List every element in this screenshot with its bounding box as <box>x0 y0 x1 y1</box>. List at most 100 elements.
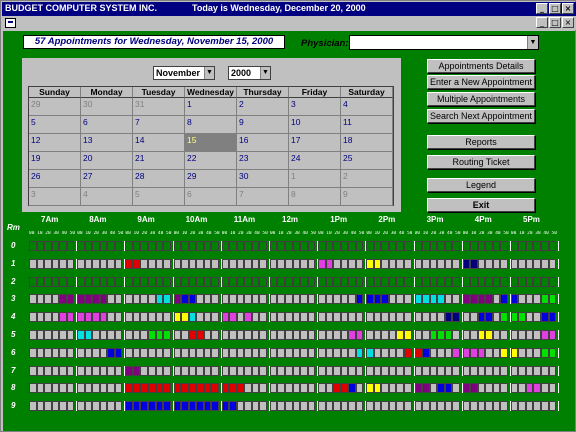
time-slot[interactable] <box>477 383 486 394</box>
time-slot[interactable] <box>533 347 541 358</box>
time-slot[interactable] <box>221 365 230 376</box>
time-slot[interactable] <box>444 347 453 358</box>
time-slot[interactable] <box>285 329 293 340</box>
time-slot[interactable] <box>229 258 237 269</box>
time-slot[interactable] <box>533 241 541 251</box>
time-slot[interactable] <box>84 365 93 376</box>
time-slot[interactable] <box>285 312 293 323</box>
time-slot[interactable] <box>44 383 52 394</box>
time-slot[interactable] <box>500 294 508 305</box>
time-slot[interactable] <box>36 258 45 269</box>
time-slot[interactable] <box>77 294 85 305</box>
routing-ticket-button[interactable]: Routing Ticket <box>427 155 535 169</box>
time-slot[interactable] <box>236 294 245 305</box>
time-slot[interactable] <box>277 401 285 412</box>
time-slot[interactable] <box>163 365 171 376</box>
time-slot[interactable] <box>485 241 493 251</box>
time-slot[interactable] <box>355 401 364 412</box>
time-slot[interactable] <box>381 294 389 305</box>
time-slot[interactable] <box>132 276 141 287</box>
time-slot[interactable] <box>318 347 326 358</box>
time-slot[interactable] <box>84 347 93 358</box>
time-slot[interactable] <box>77 347 85 358</box>
time-slot[interactable] <box>403 312 412 323</box>
time-slot[interactable] <box>525 294 534 305</box>
time-slot[interactable] <box>300 401 308 412</box>
time-slot[interactable] <box>500 401 508 412</box>
time-slot[interactable] <box>285 258 293 269</box>
time-slot[interactable] <box>114 365 123 376</box>
calendar-day[interactable]: 6 <box>185 188 237 206</box>
time-slot[interactable] <box>381 241 389 251</box>
time-slot[interactable] <box>470 241 478 251</box>
time-slot[interactable] <box>173 258 182 269</box>
time-slot[interactable] <box>340 241 349 251</box>
time-slot[interactable] <box>340 401 349 412</box>
time-slot[interactable] <box>548 383 557 394</box>
calendar-day[interactable]: 20 <box>81 152 133 170</box>
calendar-day[interactable]: 25 <box>341 152 393 170</box>
time-slot[interactable] <box>500 365 508 376</box>
time-slot[interactable] <box>188 365 197 376</box>
time-slot[interactable] <box>541 329 549 340</box>
time-slot[interactable] <box>470 347 478 358</box>
time-slot[interactable] <box>99 347 108 358</box>
time-slot[interactable] <box>269 294 278 305</box>
time-slot[interactable] <box>236 276 245 287</box>
time-slot[interactable] <box>66 365 75 376</box>
time-slot[interactable] <box>388 347 397 358</box>
time-slot[interactable] <box>300 241 308 251</box>
time-slot[interactable] <box>340 329 349 340</box>
time-slot[interactable] <box>132 401 141 412</box>
time-slot[interactable] <box>44 365 52 376</box>
time-slot[interactable] <box>51 329 60 340</box>
time-slot[interactable] <box>518 401 526 412</box>
time-slot[interactable] <box>269 241 278 251</box>
calendar-day[interactable]: 30 <box>237 170 289 188</box>
time-slot[interactable] <box>485 347 493 358</box>
time-slot[interactable] <box>500 329 508 340</box>
time-slot[interactable] <box>533 383 541 394</box>
time-slot[interactable] <box>366 276 374 287</box>
time-slot[interactable] <box>59 294 67 305</box>
calendar-day[interactable]: 23 <box>237 152 289 170</box>
time-slot[interactable] <box>140 329 148 340</box>
calendar-day[interactable]: 19 <box>29 152 81 170</box>
time-slot[interactable] <box>285 365 293 376</box>
time-slot[interactable] <box>477 365 486 376</box>
time-slot[interactable] <box>477 401 486 412</box>
time-slot[interactable] <box>66 329 75 340</box>
time-slot[interactable] <box>155 329 164 340</box>
time-slot[interactable] <box>285 401 293 412</box>
time-slot[interactable] <box>125 347 133 358</box>
time-slot[interactable] <box>333 383 341 394</box>
time-slot[interactable] <box>477 347 486 358</box>
time-slot[interactable] <box>147 329 156 340</box>
time-slot[interactable] <box>492 312 501 323</box>
time-slot[interactable] <box>396 294 404 305</box>
time-slot[interactable] <box>388 383 397 394</box>
time-slot[interactable] <box>355 241 364 251</box>
time-slot[interactable] <box>84 401 93 412</box>
enter-a-new-appointment-button[interactable]: Enter a New Appointment <box>427 75 535 89</box>
time-slot[interactable] <box>188 401 197 412</box>
time-slot[interactable] <box>107 347 115 358</box>
time-slot[interactable] <box>355 276 364 287</box>
time-slot[interactable] <box>92 329 100 340</box>
time-slot[interactable] <box>437 329 445 340</box>
time-slot[interactable] <box>44 401 52 412</box>
time-slot[interactable] <box>485 365 493 376</box>
physician-select[interactable]: ▼ <box>349 35 539 50</box>
time-slot[interactable] <box>36 329 45 340</box>
time-slot[interactable] <box>300 294 308 305</box>
time-slot[interactable] <box>437 312 445 323</box>
time-slot[interactable] <box>388 241 397 251</box>
time-slot[interactable] <box>518 383 526 394</box>
year-select[interactable]: 2000 ▼ <box>228 66 271 80</box>
time-slot[interactable] <box>403 365 412 376</box>
time-slot[interactable] <box>229 241 237 251</box>
time-slot[interactable] <box>66 241 75 251</box>
time-slot[interactable] <box>51 401 60 412</box>
calendar-day[interactable]: 24 <box>289 152 341 170</box>
time-slot[interactable] <box>292 401 301 412</box>
